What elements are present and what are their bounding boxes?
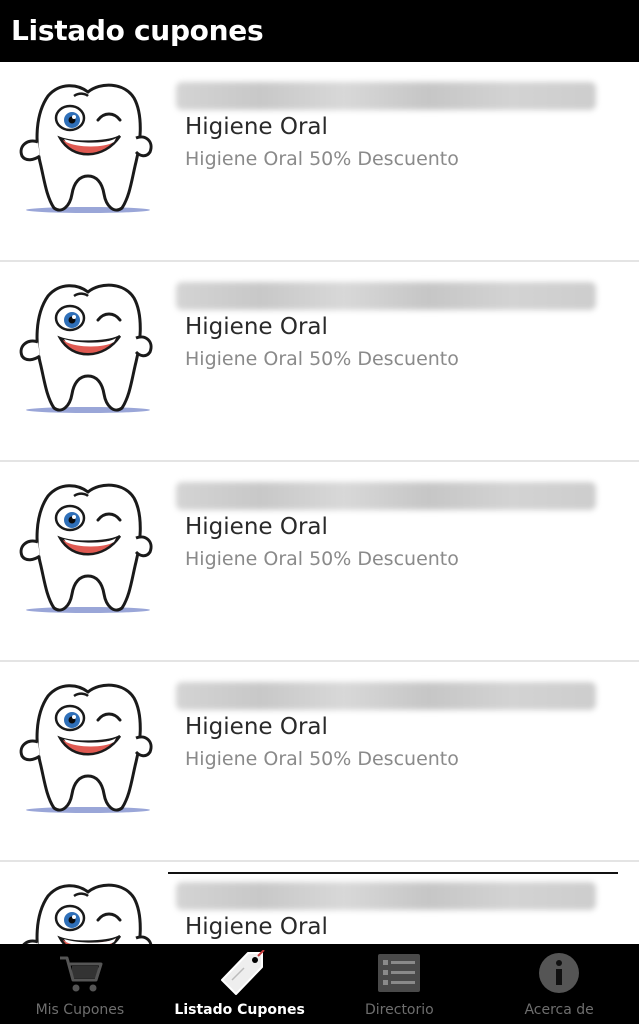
tab-label: Listado Cupones [174, 1002, 305, 1018]
tooth-mascot-image [19, 683, 153, 813]
coupon-item[interactable]: Higiene Oral Higiene Oral 50% Descuento [0, 462, 639, 662]
tab-acerca-de[interactable]: Acerca de [479, 944, 639, 1024]
divider [168, 872, 618, 874]
app-screen: Listado cupones Higiene Oral Higiene Ora… [0, 0, 639, 1024]
cart-icon [59, 956, 103, 992]
coupon-item[interactable]: Higiene Oral [0, 862, 639, 944]
blurred-business-name [176, 82, 596, 110]
tag-icon [220, 950, 265, 995]
coupon-title: Higiene Oral [185, 914, 328, 940]
coupon-description: Higiene Oral 50% Descuento [185, 148, 459, 170]
list-icon [378, 954, 421, 992]
tab-label: Mis Cupones [35, 1002, 125, 1018]
coupon-title: Higiene Oral [185, 714, 328, 740]
app-header: Listado cupones [0, 0, 639, 62]
tooth-mascot-image [19, 83, 153, 213]
coupon-item[interactable]: Higiene Oral Higiene Oral 50% Descuento [0, 262, 639, 462]
blurred-business-name [176, 882, 596, 910]
blurred-business-name [176, 682, 596, 710]
tooth-mascot-image [19, 283, 153, 413]
coupon-description: Higiene Oral 50% Descuento [185, 348, 459, 370]
coupon-item[interactable]: Higiene Oral Higiene Oral 50% Descuento [0, 662, 639, 862]
tab-directorio[interactable]: Directorio [320, 944, 480, 1024]
coupon-title: Higiene Oral [185, 314, 328, 340]
coupon-description: Higiene Oral 50% Descuento [185, 548, 459, 570]
coupon-title: Higiene Oral [185, 114, 328, 140]
tab-listado-cupones[interactable]: Listado Cupones [160, 944, 320, 1024]
tooth-mascot-image [19, 483, 153, 613]
blurred-business-name [176, 482, 596, 510]
tab-label: Acerca de [524, 1002, 594, 1018]
coupon-description: Higiene Oral 50% Descuento [185, 748, 459, 770]
coupon-item[interactable]: Higiene Oral Higiene Oral 50% Descuento [0, 62, 639, 262]
page-title: Listado cupones [11, 14, 264, 47]
tooth-mascot-image [22, 883, 153, 944]
coupon-list[interactable]: Higiene Oral Higiene Oral 50% Descuento … [0, 62, 639, 944]
coupon-title: Higiene Oral [185, 514, 328, 540]
tab-label: Directorio [365, 1002, 434, 1018]
tab-mis-cupones[interactable]: Mis Cupones [0, 944, 160, 1024]
bottom-tab-bar: Mis Cupones Listado Cupones Directorio A… [0, 944, 639, 1024]
blurred-business-name [176, 282, 596, 310]
info-icon [539, 953, 580, 993]
